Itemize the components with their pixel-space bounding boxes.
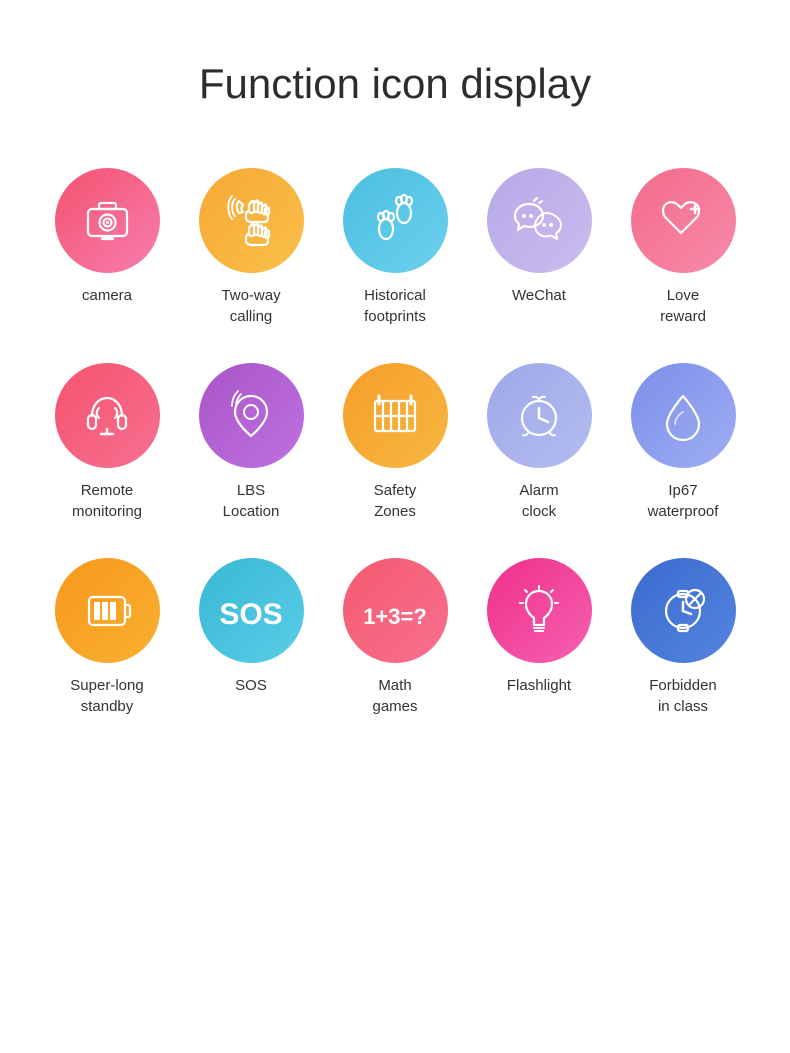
phone-feet-icon	[221, 191, 281, 251]
icon-item-love-reward: Lovereward	[616, 168, 750, 327]
icon-label-sos: SOS	[235, 675, 267, 696]
icon-item-wechat: WeChat	[472, 168, 606, 327]
icon-label-forbidden-in-class: Forbiddenin class	[649, 675, 717, 717]
icon-circle-flashlight	[487, 558, 592, 663]
watch-no-icon	[653, 581, 713, 641]
icon-circle-sos: SOS	[199, 558, 304, 663]
icon-circle-wechat	[487, 168, 592, 273]
wechat-icon	[509, 191, 569, 251]
icon-item-flashlight: Flashlight	[472, 558, 606, 717]
water-drop-icon	[653, 386, 713, 446]
icon-label-alarm-clock: Alarmclock	[519, 480, 558, 522]
icon-label-two-way-calling: Two-waycalling	[221, 285, 280, 327]
heart-plus-icon	[653, 191, 713, 251]
icon-circle-safety-zones	[343, 363, 448, 468]
svg-text:SOS: SOS	[219, 598, 282, 631]
icon-item-super-long-standby: Super-longstandby	[40, 558, 174, 717]
icon-label-flashlight: Flashlight	[507, 675, 571, 696]
camera-icon	[80, 193, 135, 248]
icon-item-historical-footprints: Historicalfootprints	[328, 168, 462, 327]
icon-circle-love-reward	[631, 168, 736, 273]
icon-item-camera: camera	[40, 168, 174, 327]
icon-circle-forbidden-in-class	[631, 558, 736, 663]
icon-circle-ip67-waterproof	[631, 363, 736, 468]
icon-circle-super-long-standby	[55, 558, 160, 663]
icon-item-math-games: 1+3=? Mathgames	[328, 558, 462, 717]
icon-item-alarm-clock: Alarmclock	[472, 363, 606, 522]
icon-circle-two-way-calling	[199, 168, 304, 273]
icon-item-remote-monitoring: Remotemonitoring	[40, 363, 174, 522]
icon-item-safety-zones: SafetyZones	[328, 363, 462, 522]
icon-label-remote-monitoring: Remotemonitoring	[72, 480, 142, 522]
icon-circle-math-games: 1+3=?	[343, 558, 448, 663]
footprints-icon	[365, 191, 425, 251]
headphones-icon	[77, 386, 137, 446]
icon-item-ip67-waterproof: Ip67waterproof	[616, 363, 750, 522]
icon-item-lbs-location: LBSLocation	[184, 363, 318, 522]
icon-circle-alarm-clock	[487, 363, 592, 468]
icon-label-historical-footprints: Historicalfootprints	[364, 285, 426, 327]
icon-item-sos: SOS SOS	[184, 558, 318, 717]
alarm-icon	[509, 386, 569, 446]
icon-item-two-way-calling: Two-waycalling	[184, 168, 318, 327]
icon-label-safety-zones: SafetyZones	[374, 480, 417, 522]
icon-label-camera: camera	[82, 285, 132, 306]
icon-circle-camera	[55, 168, 160, 273]
svg-text:1+3=?: 1+3=?	[363, 604, 427, 629]
icon-grid: camera	[0, 168, 790, 717]
icon-label-lbs-location: LBSLocation	[223, 480, 280, 522]
icon-label-super-long-standby: Super-longstandby	[70, 675, 143, 717]
icon-circle-lbs-location	[199, 363, 304, 468]
icon-circle-historical-footprints	[343, 168, 448, 273]
icon-label-wechat: WeChat	[512, 285, 566, 306]
fence-icon	[365, 386, 425, 446]
icon-label-math-games: Mathgames	[372, 675, 417, 717]
icon-label-ip67-waterproof: Ip67waterproof	[648, 480, 719, 522]
icon-label-love-reward: Lovereward	[660, 285, 706, 327]
battery-icon	[77, 581, 137, 641]
page-title: Function icon display	[199, 60, 591, 108]
icon-item-forbidden-in-class: Forbiddenin class	[616, 558, 750, 717]
sos-text-icon: SOS	[216, 586, 286, 636]
bulb-icon	[509, 581, 569, 641]
icon-circle-remote-monitoring	[55, 363, 160, 468]
math-eq-icon: 1+3=?	[360, 586, 430, 636]
location-pin-icon	[221, 386, 281, 446]
